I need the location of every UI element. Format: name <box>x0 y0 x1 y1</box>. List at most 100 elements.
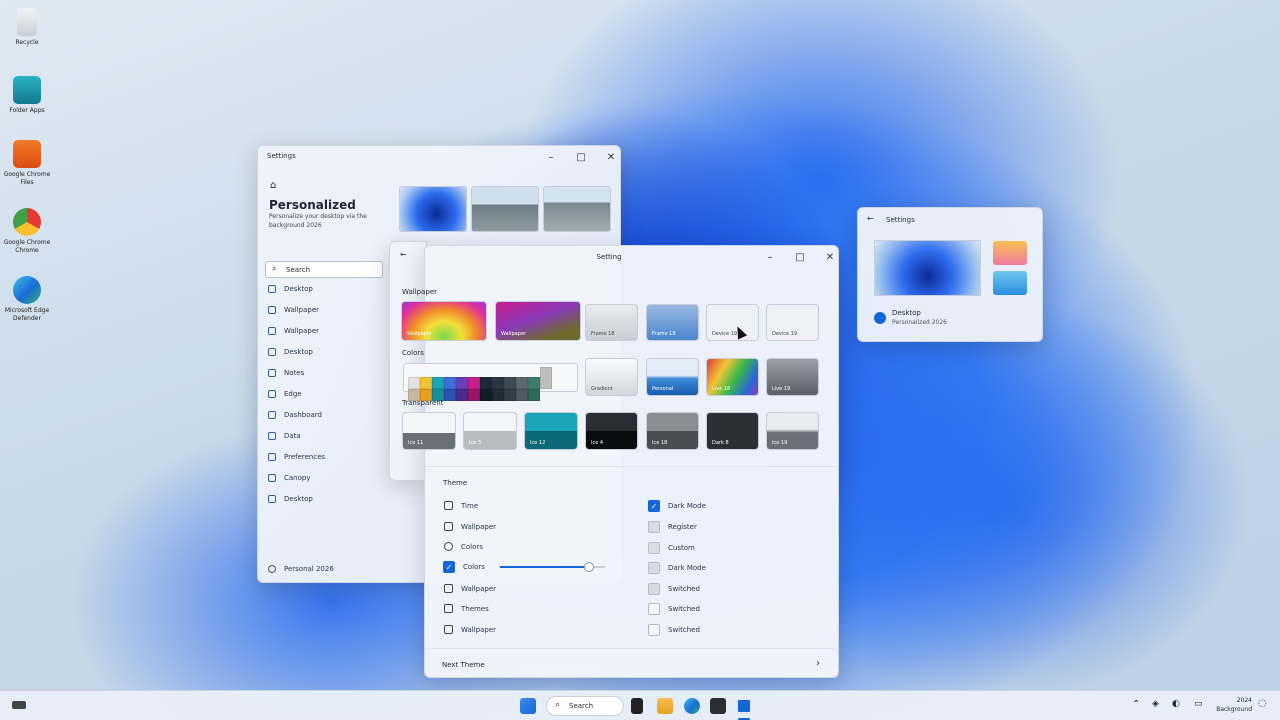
option-switched-2[interactable]: Switched <box>648 603 700 615</box>
color-swatch[interactable] <box>444 389 456 401</box>
wallpaper-thumb-device[interactable]: Device 19 <box>706 304 759 341</box>
folder-icon[interactable] <box>993 241 1027 265</box>
option-switched-3[interactable]: Switched <box>648 624 700 636</box>
option-switched[interactable]: Switched <box>648 583 700 595</box>
theme-row-wallpaper-2[interactable]: Wallpaper <box>444 584 496 593</box>
color-palette[interactable] <box>403 363 578 401</box>
network-icon[interactable]: ◈ <box>1152 699 1159 709</box>
nav-item-wallpaper[interactable]: Wallpaper <box>268 306 319 314</box>
edge-icon[interactable] <box>684 698 700 714</box>
theme-row-time[interactable]: Time <box>444 501 478 510</box>
nav-item-wallpaper-2[interactable]: Wallpaper <box>268 327 319 335</box>
color-swatch[interactable] <box>468 389 480 401</box>
color-swatch[interactable] <box>432 377 444 389</box>
battery-icon[interactable]: ▭ <box>1194 699 1203 709</box>
nav-item-preferences[interactable]: Preferences <box>268 453 325 461</box>
color-swatch[interactable] <box>420 377 432 389</box>
theme-row-colors-toggle[interactable]: ✓ Colors <box>443 561 485 573</box>
checkbox[interactable] <box>648 562 660 574</box>
nav-item-desktop-2[interactable]: Desktop <box>268 348 313 356</box>
footer-item[interactable]: Personal 2026 <box>268 565 334 573</box>
checkbox[interactable] <box>648 583 660 595</box>
nav-item-canopy[interactable]: Canopy <box>268 474 310 482</box>
color-swatch[interactable] <box>456 377 468 389</box>
task-view-icon[interactable] <box>631 698 643 714</box>
color-swatch[interactable] <box>528 377 540 389</box>
colors-slider[interactable] <box>500 562 605 572</box>
clock[interactable]: 2024 Background <box>1216 696 1252 714</box>
color-swatch[interactable] <box>492 389 504 401</box>
checkbox-checked[interactable]: ✓ <box>648 500 660 512</box>
store-icon[interactable] <box>710 698 726 714</box>
color-thumb-live[interactable]: Live 18 <box>706 358 759 396</box>
option-register[interactable]: Register <box>648 521 697 533</box>
search-box[interactable]: ⌕ Search <box>265 261 383 278</box>
wallpaper-thumb-rainbow[interactable]: Wallpaper <box>401 301 487 341</box>
home-icon[interactable]: ⌂ <box>270 180 276 191</box>
notification-icon[interactable]: ◌ <box>1258 698 1267 709</box>
trans-thumb-1[interactable]: Ice 11 <box>402 412 456 450</box>
desktop-icon-edge[interactable]: Microsoft Edge Defender <box>2 276 52 323</box>
folder-icon-2[interactable] <box>993 271 1027 295</box>
slider-thumb[interactable] <box>584 562 595 572</box>
maximize-icon[interactable]: □ <box>795 252 805 263</box>
checkbox[interactable] <box>648 624 660 636</box>
color-swatch[interactable] <box>468 377 480 389</box>
color-swatch[interactable] <box>516 389 528 401</box>
theme-row-wallpaper-3[interactable]: Wallpaper <box>444 625 496 634</box>
minimize-icon[interactable]: – <box>765 252 775 263</box>
nav-item-dashboard[interactable]: Dashboard <box>268 411 322 419</box>
wallpaper-thumb-frame-2[interactable]: Frame 18 <box>646 304 699 341</box>
option-custom[interactable]: Custom <box>648 542 695 554</box>
desktop-icon-chrome[interactable]: Google Chrome Chrome <box>2 208 52 255</box>
color-swatch[interactable] <box>540 367 552 389</box>
close-icon[interactable]: ✕ <box>606 152 616 163</box>
taskbar-search[interactable]: ⌕ Search <box>546 696 624 716</box>
color-swatch[interactable] <box>516 377 528 389</box>
start-icon[interactable] <box>520 698 536 714</box>
trans-thumb-2[interactable]: Ice 3 <box>463 412 517 450</box>
wallpaper-thumb-magenta[interactable]: Wallpaper <box>495 301 581 341</box>
maximize-icon[interactable]: □ <box>576 152 586 163</box>
color-thumb-live-2[interactable]: Live 19 <box>766 358 819 396</box>
color-swatch[interactable] <box>528 389 540 401</box>
chevron-up-icon[interactable]: ⌃ <box>1132 699 1140 710</box>
theme-row-colors[interactable]: Colors <box>444 542 483 551</box>
color-swatch[interactable] <box>504 389 516 401</box>
option-dark-mode-2[interactable]: Dark Mode <box>648 562 706 574</box>
nav-item-desktop-3[interactable]: Desktop <box>268 495 313 503</box>
color-swatch[interactable] <box>480 377 492 389</box>
next-theme-row[interactable]: Next Theme › <box>425 649 838 677</box>
wallpaper-thumb-frame[interactable]: Frame 18 <box>585 304 638 341</box>
color-thumb-gradient[interactable]: Gradient <box>585 358 638 396</box>
checkbox[interactable] <box>648 521 660 533</box>
wallpaper-preview-city-2[interactable] <box>543 186 611 232</box>
wallpaper-preview-city[interactable] <box>471 186 539 232</box>
color-swatch[interactable] <box>456 389 468 401</box>
color-swatch[interactable] <box>408 377 420 389</box>
wallpaper-thumb-device-2[interactable]: Device 19 <box>766 304 819 341</box>
widgets-icon[interactable] <box>12 701 26 709</box>
settings-app-icon[interactable] <box>736 698 752 714</box>
color-thumb-personal[interactable]: Personal <box>646 358 699 396</box>
trans-thumb-5[interactable]: Ice 18 <box>646 412 699 450</box>
nav-item-desktop[interactable]: Desktop <box>268 285 313 293</box>
back-arrow-icon[interactable]: ← <box>867 214 874 223</box>
wallpaper-preview-bloom[interactable] <box>399 186 467 232</box>
nav-item-data[interactable]: Data <box>268 432 301 440</box>
color-swatch[interactable] <box>480 389 492 401</box>
desktop-icon-files[interactable]: Google Chrome Files <box>2 140 52 187</box>
checkbox[interactable] <box>648 542 660 554</box>
wallpaper-preview[interactable] <box>874 240 981 296</box>
desktop-icon-recycle-bin[interactable]: Recycle <box>2 8 52 47</box>
volume-icon[interactable]: ◐ <box>1172 699 1180 709</box>
trans-thumb-3[interactable]: Ice 12 <box>524 412 578 450</box>
desktop-icon-folder[interactable]: Folder Apps <box>2 76 52 115</box>
theme-row-wallpaper[interactable]: Wallpaper <box>444 522 496 531</box>
checkbox[interactable] <box>648 603 660 615</box>
back-arrow-icon[interactable]: ← <box>400 250 407 259</box>
color-swatch[interactable] <box>444 377 456 389</box>
theme-row-themes[interactable]: Themes <box>444 604 489 613</box>
close-icon[interactable]: ✕ <box>825 252 835 263</box>
option-dark-mode[interactable]: ✓ Dark Mode <box>648 500 706 512</box>
